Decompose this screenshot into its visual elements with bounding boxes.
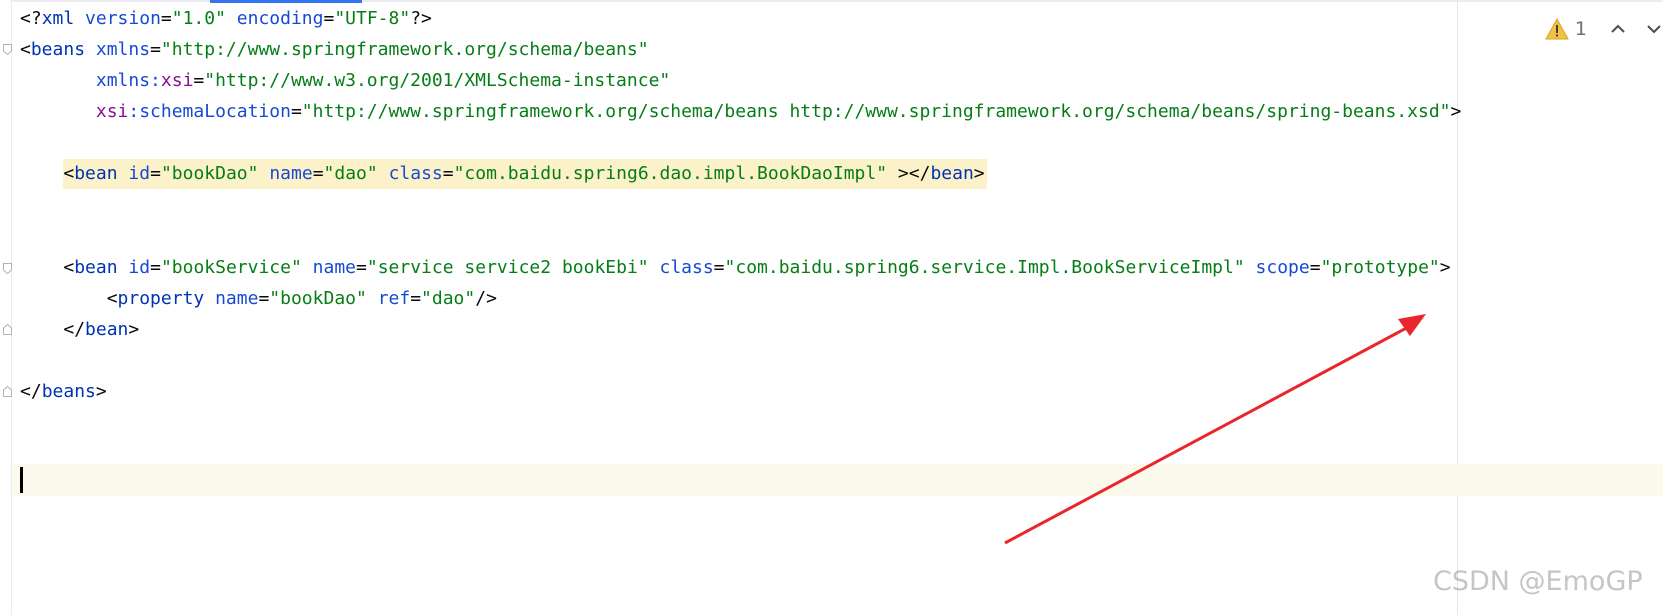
token-punct: =	[356, 257, 367, 278]
token-attr: id	[128, 257, 151, 278]
inspection-widget[interactable]: 1	[1545, 16, 1663, 42]
token-namespace: xsi	[95, 101, 129, 122]
token-punct: =	[150, 257, 161, 278]
token-attr: ref	[377, 288, 411, 309]
token-punct: =	[713, 257, 725, 278]
token-tag: xml	[41, 8, 75, 29]
token-tag: property	[117, 288, 205, 309]
code-line-7[interactable]: <property name="bookDao" ref="dao"/>	[20, 284, 497, 314]
code-line-2[interactable]: <beans xmlns="http://www.springframework…	[20, 35, 649, 65]
token-tag: beans	[41, 381, 96, 402]
chevron-down-icon[interactable]	[1645, 20, 1663, 38]
token-attr: id	[128, 163, 151, 184]
token-attr: version	[85, 8, 161, 29]
token-punct: </	[20, 381, 42, 402]
token-attr: name	[269, 163, 313, 184]
active-tab-indicator	[210, 0, 362, 3]
text-caret	[20, 467, 23, 493]
token-punct: ></	[887, 163, 931, 184]
token-punct: <?	[20, 8, 42, 29]
token-punct: ?>	[410, 8, 432, 29]
fold-open-icon[interactable]	[3, 44, 12, 55]
token-punct: >	[95, 381, 107, 402]
token-attr: scope	[1255, 257, 1310, 278]
token-punct: >	[973, 163, 985, 184]
token-punct: =	[312, 163, 324, 184]
annotation-arrow-head	[1398, 314, 1426, 336]
token-value: "UTF-8"	[334, 8, 411, 29]
token-punct: =	[258, 288, 270, 309]
token-tag: bean	[74, 257, 118, 278]
token-punct: <	[20, 39, 31, 60]
token-punct: </	[63, 319, 86, 340]
token-attr: name	[215, 288, 259, 309]
token-value: "dao"	[323, 163, 378, 184]
token-tag: bean	[930, 163, 974, 184]
warning-count[interactable]: 1	[1575, 18, 1587, 40]
fold-close-icon[interactable]	[3, 324, 12, 335]
token-value: "dao"	[421, 288, 476, 309]
token-namespace: xsi	[160, 70, 194, 91]
watermark: CSDN @EmoGP	[1433, 566, 1643, 597]
token-punct: =	[323, 8, 335, 29]
token-punct: >	[128, 319, 140, 340]
token-value: "http://www.springframework.org/schema/b…	[160, 39, 649, 60]
token-attr: class	[388, 163, 443, 184]
token-value: "1.0"	[171, 8, 226, 29]
code-line-6[interactable]: <bean id="bookService" name="service ser…	[20, 253, 1451, 283]
token-punct: >	[1450, 101, 1462, 122]
token-attr: :schemaLocation	[128, 101, 291, 122]
token-value: "bookDao"	[269, 288, 367, 309]
token-value: "service service2 bookEbi"	[366, 257, 649, 278]
token-value: "http://www.springframework.org/schema/b…	[301, 101, 1451, 122]
token-punct: =	[442, 163, 454, 184]
token-punct: =	[150, 163, 161, 184]
usage-highlight: <bean id="bookDao" name="dao" class="com…	[63, 159, 987, 189]
token-value: "bookService"	[160, 257, 302, 278]
fold-close-icon[interactable]	[3, 386, 12, 397]
annotation-arrow-shaft	[1004, 323, 1413, 545]
code-line-8[interactable]: </bean>	[20, 315, 139, 345]
token-punct: =	[193, 70, 205, 91]
token-tag: bean	[85, 319, 129, 340]
token-attr: encoding	[236, 8, 324, 29]
token-punct: =	[290, 101, 302, 122]
code-line-1[interactable]: <?xml version="1.0" encoding="UTF-8"?>	[20, 4, 432, 34]
token-value: "bookDao"	[160, 163, 259, 184]
caret-line-highlight	[12, 464, 1663, 496]
token-tag: beans	[30, 39, 86, 60]
chevron-up-icon[interactable]	[1609, 20, 1627, 38]
token-attr: class	[659, 257, 714, 278]
token-value: "com.baidu.spring6.service.Impl.BookServ…	[724, 257, 1245, 278]
token-punct: />	[475, 288, 497, 309]
fold-open-icon[interactable]	[3, 263, 12, 274]
editor-gutter	[0, 0, 12, 615]
token-punct: =	[410, 288, 422, 309]
token-punct: >	[1439, 257, 1451, 278]
token-value: "prototype"	[1320, 257, 1440, 278]
token-tag: bean	[74, 163, 118, 184]
code-line-4[interactable]: xsi:schemaLocation="http://www.springfra…	[20, 97, 1461, 127]
token-punct: =	[1309, 257, 1321, 278]
code-line-9[interactable]: </beans>	[20, 377, 107, 407]
warning-triangle-icon[interactable]	[1545, 18, 1569, 40]
token-punct: <	[106, 288, 118, 309]
token-attr: xmlns:	[95, 70, 161, 91]
token-punct: <	[63, 257, 75, 278]
code-line-3[interactable]: xmlns:xsi="http://www.w3.org/2001/XMLSch…	[20, 66, 670, 96]
token-attr: name	[312, 257, 357, 278]
token-value: "http://www.w3.org/2001/XMLSchema-instan…	[204, 70, 671, 91]
code-line-5[interactable]: <bean id="bookDao" name="dao" class="com…	[20, 159, 987, 189]
token-attr: xmlns	[95, 39, 151, 60]
token-punct: <	[63, 163, 75, 184]
token-punct: =	[150, 39, 161, 60]
token-value: "com.baidu.spring6.dao.impl.BookDaoImpl"	[453, 163, 888, 184]
token-punct: =	[160, 8, 172, 29]
xml-editor[interactable]: <?xml version="1.0" encoding="UTF-8"?> <…	[0, 0, 1663, 615]
right-margin-guide	[1457, 0, 1458, 615]
